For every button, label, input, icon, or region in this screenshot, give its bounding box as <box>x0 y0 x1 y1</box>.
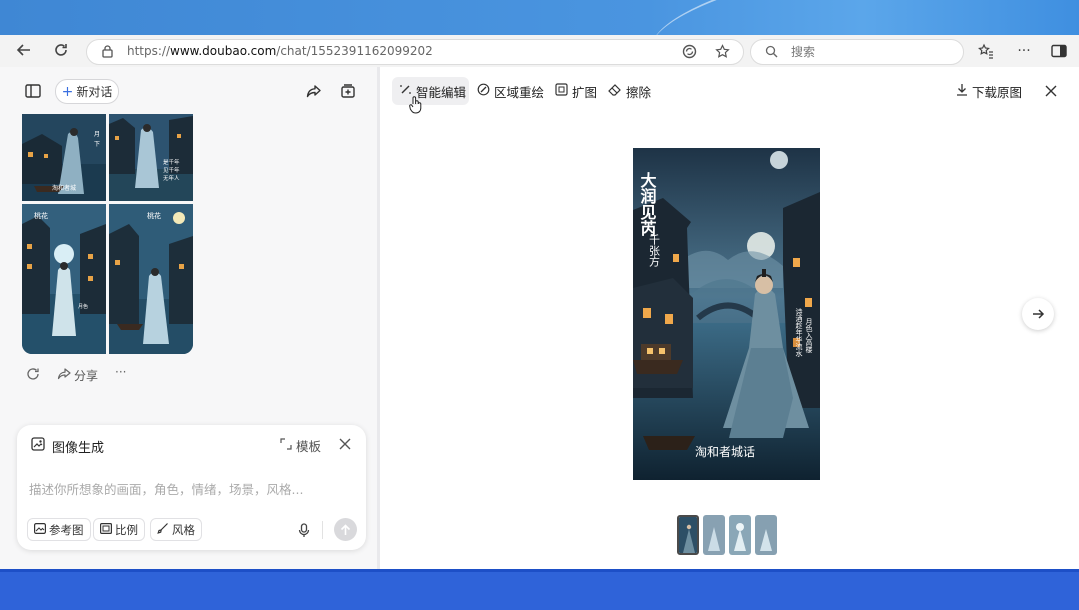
plus-icon: + <box>61 83 74 100</box>
style-chip[interactable]: 风格 <box>150 518 202 541</box>
image-generation-icon <box>30 436 46 452</box>
thumbnail-3[interactable] <box>729 515 751 555</box>
translate-icon[interactable] <box>680 42 698 60</box>
microphone-icon[interactable] <box>296 521 312 539</box>
download-original-label: 下载原图 <box>972 84 1023 100</box>
sidebar-toggle-icon[interactable] <box>1049 41 1069 61</box>
template-label: 模板 <box>296 438 322 454</box>
arrow-up-icon <box>340 523 351 535</box>
poster-title-right: 大润见芮 <box>638 171 657 237</box>
erase-button[interactable]: 擦除 <box>608 79 651 103</box>
share-button[interactable]: 分享 <box>57 366 98 384</box>
svg-text:淘和者城: 淘和者城 <box>52 184 76 192</box>
favorites-icon[interactable] <box>976 41 996 61</box>
prompt-input[interactable]: 描述你所想象的画面，角色，情绪，场景，风格... <box>29 479 303 498</box>
send-button[interactable] <box>334 518 357 541</box>
close-viewer-icon[interactable] <box>1043 83 1059 99</box>
ratio-icon <box>100 522 113 537</box>
desktop-top-strip <box>0 0 1079 35</box>
main-generated-image[interactable]: 大润见芮 千张方 诗酒趁年华流水 月色入高楼 淘和者城话 <box>633 148 820 480</box>
back-icon[interactable] <box>14 40 34 60</box>
svg-text:月: 月 <box>94 131 100 138</box>
svg-text:月色入高楼: 月色入高楼 <box>805 318 813 354</box>
svg-text:是千年: 是千年 <box>163 158 180 166</box>
hand-cursor-icon <box>409 95 423 119</box>
new-chat-label: 新对话 <box>76 85 113 99</box>
favorite-star-icon[interactable] <box>713 42 731 60</box>
reload-icon[interactable] <box>51 40 71 60</box>
generated-image-2[interactable]: 是千年 见千年 无年人 <box>109 114 193 201</box>
thumbnail-1[interactable] <box>677 515 699 555</box>
generated-image-4[interactable]: 桃花 <box>109 204 193 354</box>
svg-text:桃花: 桃花 <box>34 211 48 220</box>
arrow-right-icon <box>1032 309 1044 319</box>
style-label: 风格 <box>172 522 195 537</box>
erase-label: 擦除 <box>626 84 652 100</box>
browser-search-box[interactable] <box>750 39 964 65</box>
reference-image-chip[interactable]: 参考图 <box>27 518 91 541</box>
expand-frame-icon <box>555 83 568 99</box>
share-label: 分享 <box>74 368 99 383</box>
eraser-icon <box>608 83 622 99</box>
next-image-button[interactable] <box>1022 298 1054 330</box>
poster-title-left: 千张方 <box>648 234 661 267</box>
more-options-icon[interactable]: ··· <box>1014 41 1034 61</box>
expand-image-label: 扩图 <box>572 84 598 100</box>
search-icon <box>763 43 779 59</box>
taskbar <box>0 569 1079 610</box>
region-redraw-label: 区域重绘 <box>494 84 545 100</box>
search-placeholder: 搜索 <box>791 45 816 59</box>
svg-text:无年人: 无年人 <box>163 174 180 182</box>
sidebar-panel-icon[interactable] <box>23 81 43 101</box>
image-icon <box>34 522 47 537</box>
new-chat-button[interactable]: + 新对话 <box>55 79 119 104</box>
share-icon <box>57 367 71 383</box>
more-actions-button[interactable]: ··· <box>115 365 126 379</box>
generated-image-1[interactable]: 月 下 淘和者城 <box>22 114 106 201</box>
expand-image-button[interactable]: 扩图 <box>555 79 597 103</box>
ratio-label: 比例 <box>115 522 138 537</box>
url-path: /chat/1552391162099202 <box>276 44 433 58</box>
svg-text:下: 下 <box>94 141 100 148</box>
regenerate-icon[interactable] <box>24 365 42 383</box>
share-arrow-icon[interactable] <box>304 81 324 101</box>
ratio-chip[interactable]: 比例 <box>93 518 145 541</box>
expand-icon <box>280 437 292 453</box>
template-button[interactable]: 模板 <box>280 437 322 454</box>
image-generation-title: 图像生成 <box>52 441 105 456</box>
thumbnail-2[interactable] <box>703 515 725 555</box>
smart-edit-label: 智能编辑 <box>416 84 467 100</box>
svg-text:桃花: 桃花 <box>147 211 161 220</box>
generated-image-3[interactable]: 桃花 月色 <box>22 204 106 354</box>
redraw-icon <box>477 83 490 99</box>
download-icon <box>956 83 968 99</box>
reference-image-label: 参考图 <box>49 522 84 537</box>
svg-text:见千年: 见千年 <box>163 166 180 174</box>
url-text[interactable]: https://www.doubao.com/chat/155239116209… <box>127 39 433 63</box>
thumbnail-4[interactable] <box>755 515 777 555</box>
region-redraw-button[interactable]: 区域重绘 <box>477 79 544 103</box>
generated-image-grid: 月 下 淘和者城 是千年 见千年 无年人 桃花 月色 桃花 <box>22 114 193 354</box>
svg-text:诗酒趁年华流水: 诗酒趁年华流水 <box>795 307 803 357</box>
download-original-button[interactable]: 下载原图 <box>956 79 1022 103</box>
new-window-icon[interactable] <box>338 81 358 101</box>
close-panel-icon[interactable] <box>337 436 353 452</box>
url-prefix: https:// <box>127 44 171 58</box>
site-info-icon[interactable] <box>99 43 115 59</box>
input-divider <box>322 521 323 539</box>
url-host: www.doubao.com <box>170 44 277 58</box>
poster-bottom-text: 淘和者城话 <box>695 445 755 459</box>
brush-icon <box>157 522 169 537</box>
svg-text:月色: 月色 <box>78 303 88 310</box>
